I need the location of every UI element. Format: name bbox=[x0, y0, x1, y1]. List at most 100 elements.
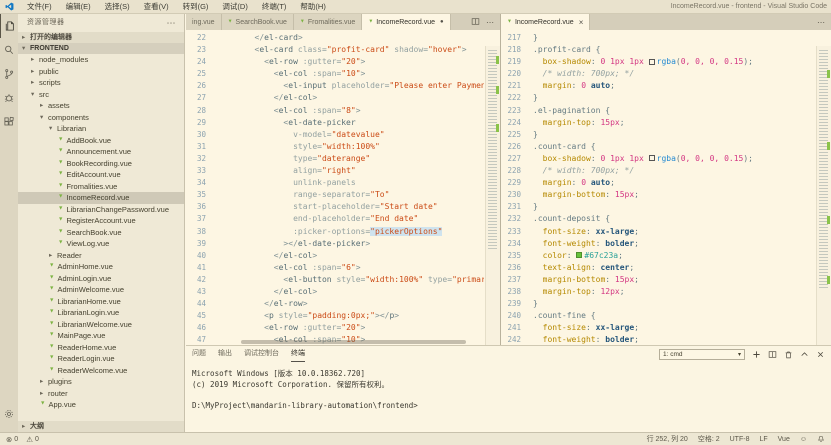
tree-item-MainPage.vue[interactable]: ▼MainPage.vue bbox=[18, 330, 184, 342]
code-content: </el-card> <el-card class="profit-card" … bbox=[216, 32, 484, 345]
extensions-icon[interactable] bbox=[0, 110, 18, 134]
tab-SearchBook.vue[interactable]: ▼SearchBook.vue bbox=[222, 14, 294, 30]
tree-item-Announcement.vue[interactable]: ▼Announcement.vue bbox=[18, 146, 184, 158]
sidebar-more-actions-icon[interactable]: ⋯ bbox=[167, 14, 177, 32]
panel-tab-问题[interactable]: 问题 bbox=[192, 346, 206, 362]
vue-file-icon: ▼ bbox=[58, 192, 63, 204]
tree-item-ReaderLogin.vue[interactable]: ▼ReaderLogin.vue bbox=[18, 353, 184, 365]
terminal-output[interactable]: Microsoft Windows [版本 10.0.18362.720](c)… bbox=[186, 362, 831, 411]
tree-item-AddBook.vue[interactable]: ▼AddBook.vue bbox=[18, 135, 184, 147]
tree-item-Fromalities.vue[interactable]: ▼Fromalities.vue bbox=[18, 181, 184, 193]
indent-setting[interactable]: 空格: 2 bbox=[698, 434, 720, 444]
chevron-right-icon: ▸ bbox=[40, 100, 48, 112]
title-bar: 文件(F)编辑(E)选择(S)查看(V)转到(G)调试(D)终端(T)帮助(H)… bbox=[0, 0, 831, 14]
encoding[interactable]: UTF-8 bbox=[730, 436, 750, 443]
more-actions-icon[interactable]: ⋯ bbox=[483, 18, 497, 27]
tree-item-assets[interactable]: ▸assets bbox=[18, 100, 184, 112]
tree-item-label: public bbox=[39, 66, 59, 78]
eol-setting[interactable]: LF bbox=[759, 436, 767, 443]
open-editors-header[interactable]: ▸打开的编辑器 bbox=[18, 32, 184, 43]
notifications-bell-icon[interactable] bbox=[817, 435, 825, 443]
menu-item[interactable]: 终端(T) bbox=[255, 0, 294, 14]
vue-file-icon: ▼ bbox=[49, 318, 54, 330]
settings-gear-icon[interactable] bbox=[0, 402, 18, 426]
tree-item-Librarian[interactable]: ▾Librarian bbox=[18, 123, 184, 135]
tree-item-AdminHome.vue[interactable]: ▼AdminHome.vue bbox=[18, 261, 184, 273]
tree-item-ReaderWelcome.vue[interactable]: ▼ReaderWelcome.vue bbox=[18, 365, 184, 377]
source-control-icon[interactable] bbox=[0, 62, 18, 86]
menu-item[interactable]: 查看(V) bbox=[137, 0, 176, 14]
tree-item-LibrarianChangePassword.vue[interactable]: ▼LibrarianChangePassword.vue bbox=[18, 204, 184, 216]
vue-file-icon: ▼ bbox=[228, 19, 233, 25]
debug-icon[interactable] bbox=[0, 86, 18, 110]
warning-count[interactable]: ⚠0 bbox=[26, 435, 39, 444]
search-icon[interactable] bbox=[0, 38, 18, 62]
tree-item-components[interactable]: ▾components bbox=[18, 112, 184, 124]
close-tab-icon[interactable]: × bbox=[579, 18, 584, 27]
menu-item[interactable]: 编辑(E) bbox=[59, 0, 98, 14]
horizontal-scrollbar[interactable] bbox=[241, 340, 466, 344]
tree-item-RegisterAccount.vue[interactable]: ▼RegisterAccount.vue bbox=[18, 215, 184, 227]
tab-IncomeRecord.vue[interactable]: ▼IncomeRecord.vue ● bbox=[362, 14, 450, 30]
tree-item-label: RegisterAccount.vue bbox=[66, 215, 135, 227]
menu-item[interactable]: 文件(F) bbox=[20, 0, 59, 14]
tree-item-ReaderHome.vue[interactable]: ▼ReaderHome.vue bbox=[18, 342, 184, 354]
split-terminal-icon[interactable] bbox=[768, 350, 777, 359]
tree-item-BookRecording.vue[interactable]: ▼BookRecording.vue bbox=[18, 158, 184, 170]
menu-item[interactable]: 调试(D) bbox=[215, 0, 254, 14]
sidebar-title: 资源管理器 ⋯ bbox=[18, 14, 184, 32]
split-editor-icon[interactable] bbox=[468, 17, 483, 28]
tree-item-SearchBook.vue[interactable]: ▼SearchBook.vue bbox=[18, 227, 184, 239]
language-mode[interactable]: Vue bbox=[778, 436, 790, 443]
tab-IncomeRecord.vue[interactable]: ▼IncomeRecord.vue× bbox=[501, 14, 590, 30]
minimap[interactable] bbox=[485, 46, 500, 345]
tree-item-label: AdminHome.vue bbox=[57, 261, 112, 273]
tree-item-LibrarianWelcome.vue[interactable]: ▼LibrarianWelcome.vue bbox=[18, 319, 184, 331]
tree-item-App.vue[interactable]: ▼App.vue bbox=[18, 399, 184, 411]
tab-ing.vue[interactable]: ing.vue bbox=[186, 14, 222, 30]
workspace-root-header[interactable]: ▾FRONTEND bbox=[18, 43, 184, 54]
tree-item-IncomeRecord.vue[interactable]: ▼IncomeRecord.vue bbox=[18, 192, 184, 204]
menu-item[interactable]: 帮助(H) bbox=[293, 0, 332, 14]
tree-item-ViewLog.vue[interactable]: ▼ViewLog.vue bbox=[18, 238, 184, 250]
menu-item[interactable]: 转到(G) bbox=[176, 0, 216, 14]
maximize-panel-icon[interactable] bbox=[800, 350, 809, 359]
menu-item[interactable]: 选择(S) bbox=[98, 0, 137, 14]
panel-tab-输出[interactable]: 输出 bbox=[218, 346, 232, 362]
kill-terminal-icon[interactable] bbox=[784, 350, 793, 359]
tree-item-node_modules[interactable]: ▸node_modules bbox=[18, 54, 184, 66]
tree-item-plugins[interactable]: ▸plugins bbox=[18, 376, 184, 388]
explorer-icon[interactable] bbox=[0, 14, 18, 38]
minimap[interactable] bbox=[816, 46, 831, 345]
vue-file-icon: ▼ bbox=[368, 19, 373, 25]
vue-file-icon: ▼ bbox=[49, 272, 54, 284]
code-editor-right[interactable]: 2172182192202212222232242252262272282292… bbox=[501, 30, 831, 345]
code-editor-left[interactable]: 2223242526272829303132333435363738394041… bbox=[186, 30, 500, 345]
tree-item-AdminWelcome.vue[interactable]: ▼AdminWelcome.vue bbox=[18, 284, 184, 296]
tree-item-label: plugins bbox=[48, 376, 72, 388]
close-panel-icon[interactable] bbox=[816, 350, 825, 359]
tree-item-router[interactable]: ▸router bbox=[18, 388, 184, 400]
error-count[interactable]: ⊗0 bbox=[6, 435, 18, 444]
outline-header[interactable]: ▸大纲 bbox=[18, 421, 184, 432]
modified-dot-icon[interactable]: ● bbox=[440, 19, 444, 25]
tree-item-scripts[interactable]: ▸scripts bbox=[18, 77, 184, 89]
tree-item-LibrarianHome.vue[interactable]: ▼LibrarianHome.vue bbox=[18, 296, 184, 308]
more-actions-icon[interactable]: ⋯ bbox=[814, 18, 828, 27]
tab-Fromalities.vue[interactable]: ▼Fromalities.vue bbox=[294, 14, 362, 30]
panel-tab-调试控制台[interactable]: 调试控制台 bbox=[244, 346, 279, 362]
vue-file-icon: ▼ bbox=[58, 226, 63, 238]
cursor-position[interactable]: 行 252, 列 20 bbox=[647, 434, 688, 444]
tab-label: IncomeRecord.vue bbox=[376, 19, 435, 26]
tree-item-AdminLogin.vue[interactable]: ▼AdminLogin.vue bbox=[18, 273, 184, 285]
feedback-smiley-icon[interactable]: ☺ bbox=[800, 436, 807, 443]
chevron-right-icon: ▸ bbox=[40, 376, 48, 388]
tree-item-LibrarianLogin.vue[interactable]: ▼LibrarianLogin.vue bbox=[18, 307, 184, 319]
tree-item-EditAccount.vue[interactable]: ▼EditAccount.vue bbox=[18, 169, 184, 181]
new-terminal-icon[interactable] bbox=[752, 350, 761, 359]
tree-item-Reader[interactable]: ▸Reader bbox=[18, 250, 184, 262]
tree-item-public[interactable]: ▸public bbox=[18, 66, 184, 78]
terminal-shell-select[interactable]: 1: cmd ▾ bbox=[659, 349, 745, 360]
panel-tab-终端[interactable]: 终端 bbox=[291, 346, 305, 362]
tree-item-src[interactable]: ▾src bbox=[18, 89, 184, 101]
